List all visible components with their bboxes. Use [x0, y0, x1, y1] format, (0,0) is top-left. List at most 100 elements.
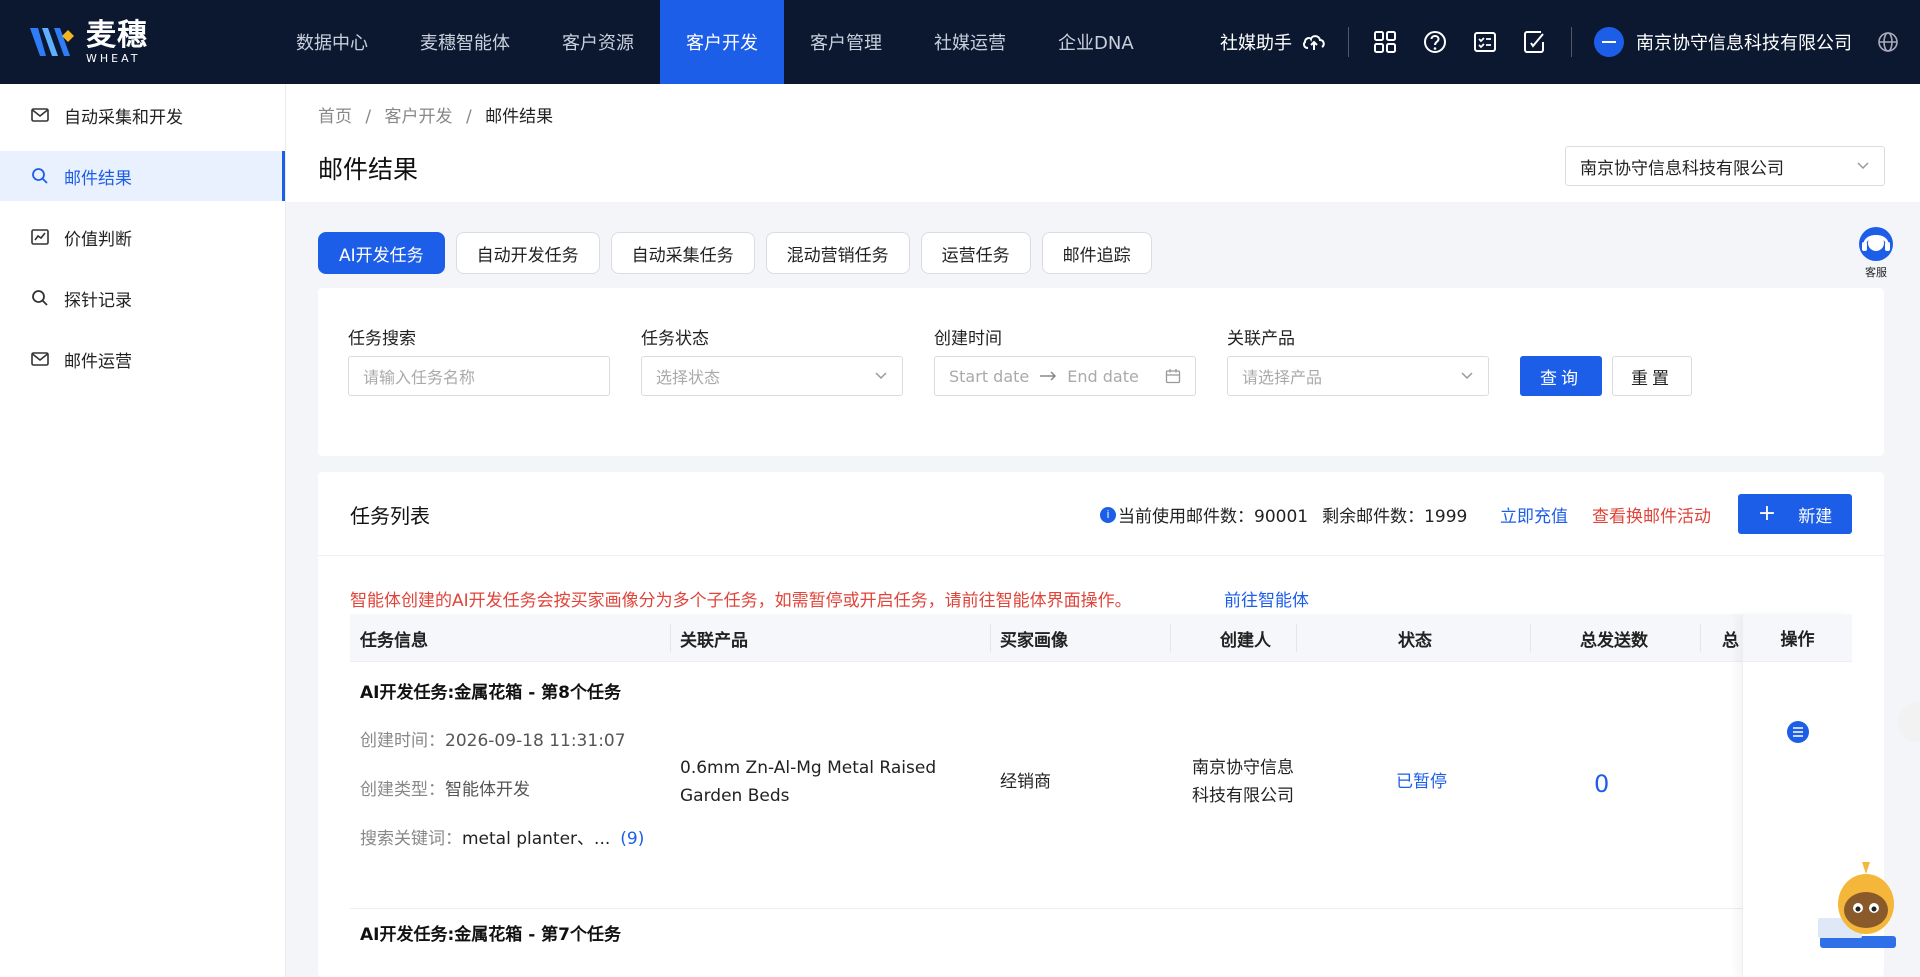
calendar-icon — [1165, 369, 1181, 384]
th-creator: 创建人 — [1220, 630, 1271, 651]
tab-1[interactable]: 自动开发任务 — [455, 232, 600, 274]
th-persona: 买家画像 — [1000, 630, 1068, 651]
company-name: 南京协守信息科技有限公司 — [1636, 33, 1852, 54]
th-total-sent: 总发送数 — [1580, 630, 1648, 651]
task-status-select[interactable]: 选择状态 — [641, 356, 903, 396]
sidebar: 自动采集和开发邮件结果价值判断探针记录邮件运营 — [0, 84, 286, 977]
nav-item-1[interactable]: 麦穗智能体 — [394, 0, 536, 84]
search-icon — [32, 168, 48, 184]
sidebar-item-4[interactable]: 邮件运营 — [0, 334, 285, 384]
task-keywords: 搜索关键词：metal planter、... (9) — [360, 829, 645, 849]
avatar — [1594, 27, 1624, 57]
th-info: 任务信息 — [360, 630, 428, 651]
brand-name-en: WHEAT — [86, 51, 141, 65]
goto-agent-link[interactable]: 前往智能体 — [1224, 586, 1309, 611]
sidebar-item-3[interactable]: 探针记录 — [0, 273, 285, 323]
brand-name: 麦穗 — [86, 17, 148, 53]
th-product: 关联产品 — [680, 630, 748, 651]
keyword-count-link[interactable]: (9) — [620, 829, 644, 849]
tab-0[interactable]: AI开发任务 — [318, 232, 445, 274]
search-icon — [32, 290, 48, 306]
row-divider — [350, 908, 1742, 909]
checklist-icon[interactable] — [1471, 28, 1499, 56]
task-created: 创建时间：2026-09-18 11:31:07 — [360, 731, 626, 751]
cloud-upload-icon — [1303, 35, 1325, 50]
chart-icon — [31, 229, 49, 245]
nav-item-6[interactable]: 企业DNA — [1032, 0, 1160, 84]
tab-4[interactable]: 运营任务 — [920, 232, 1031, 274]
company-select[interactable]: 南京协守信息科技有限公司 — [1565, 146, 1885, 186]
list-header: 任务列表 i 当前使用邮件数：90001 剩余邮件数：1999 立即充值 查看换… — [318, 472, 1884, 556]
company-account[interactable]: 南京协守信息科技有限公司 — [1594, 27, 1852, 57]
nav-item-3[interactable]: 客户开发 — [660, 0, 784, 84]
task-type: 创建类型：智能体开发 — [360, 780, 530, 800]
divider — [1571, 27, 1572, 57]
task-list-panel: 任务列表 i 当前使用邮件数：90001 剩余邮件数：1999 立即充值 查看换… — [318, 472, 1884, 977]
task-title[interactable]: AI开发任务:金属花箱 - 第7个任务 — [360, 920, 621, 945]
social-assistant-label: 社媒助手 — [1220, 33, 1292, 54]
quota-used: 当前使用邮件数：90001 — [1118, 507, 1309, 527]
notice-text: 智能体创建的AI开发任务会按买家画像分为多个子任务，如需暂停或开启任务，请前往智… — [350, 591, 1132, 611]
tab-3[interactable]: 混动营销任务 — [765, 232, 910, 274]
chevron-down-icon — [1857, 162, 1869, 170]
query-button[interactable]: 查询 — [1520, 356, 1602, 396]
task-title[interactable]: AI开发任务:金属花箱 - 第8个任务 — [360, 678, 621, 703]
th-ops: 操作 — [1743, 614, 1852, 662]
total-sent-count[interactable]: 0 — [1594, 770, 1609, 798]
help-icon[interactable] — [1421, 28, 1449, 56]
status-badge: 已暂停 — [1396, 772, 1447, 792]
task-search-input[interactable]: 请输入任务名称 — [348, 356, 610, 396]
info-icon: i — [1100, 506, 1116, 523]
recharge-link[interactable]: 立即充值 — [1500, 502, 1568, 527]
breadcrumb-parent[interactable]: 客户开发 — [385, 107, 453, 127]
sidebar-item-2[interactable]: 价值判断 — [0, 212, 285, 262]
service-label: 客服 — [1865, 266, 1887, 279]
nav-item-2[interactable]: 客户资源 — [536, 0, 660, 84]
nav-item-0[interactable]: 数据中心 — [270, 0, 394, 84]
arrow-right-icon — [1040, 371, 1057, 381]
brand-logo[interactable]: 麦穗 WHEAT — [0, 0, 270, 84]
view-activity-link[interactable]: 查看换邮件活动 — [1592, 502, 1711, 527]
mail-icon — [31, 108, 49, 122]
breadcrumb: 首页 / 客户开发 / 邮件结果 — [318, 107, 554, 127]
top-right-tools: 社媒助手 南京协守信息科技有限公司 — [1220, 0, 1920, 84]
buyer-persona: 经销商 — [1000, 772, 1051, 792]
wheat-logo-icon — [30, 28, 74, 56]
mail-icon — [31, 352, 49, 366]
sidebar-item-label: 价值判断 — [64, 229, 132, 250]
page-title: 邮件结果 — [318, 155, 419, 184]
start-date-placeholder: Start date — [949, 366, 1030, 386]
page-header: 首页 / 客户开发 / 邮件结果 邮件结果 南京协守信息科技有限公司 — [286, 84, 1920, 202]
tab-2[interactable]: 自动采集任务 — [610, 232, 755, 274]
related-product: 0.6mm Zn-Al-Mg Metal Raised Garden Beds — [680, 758, 937, 806]
list-detail-icon[interactable] — [1786, 720, 1810, 744]
apps-grid-icon[interactable] — [1371, 28, 1399, 56]
globe-icon[interactable] — [1874, 28, 1902, 56]
quota-left: 剩余邮件数：1999 — [1322, 507, 1468, 527]
mail-quota: i 当前使用邮件数：90001 剩余邮件数：1999 — [1100, 502, 1467, 527]
tab-5[interactable]: 邮件追踪 — [1041, 232, 1152, 274]
product-select[interactable]: 请选择产品 — [1227, 356, 1489, 396]
new-task-button[interactable]: + 新建 — [1738, 494, 1852, 534]
task-status-label: 任务状态 — [641, 329, 709, 349]
breadcrumb-home[interactable]: 首页 — [318, 107, 352, 127]
nav-item-5[interactable]: 社媒运营 — [908, 0, 1032, 84]
customer-service-button[interactable]: 客服 — [1854, 224, 1898, 280]
sidebar-item-label: 邮件结果 — [64, 168, 132, 189]
task-tabs: AI开发任务 自动开发任务 自动采集任务 混动营销任务 运营任务 邮件追踪 — [318, 232, 1163, 274]
social-assistant-button[interactable]: 社媒助手 — [1220, 29, 1326, 55]
end-date-placeholder: End date — [1067, 366, 1139, 386]
th-status: 状态 — [1398, 630, 1432, 651]
date-range-picker[interactable]: Start date End date — [934, 356, 1196, 396]
nav-item-4[interactable]: 客户管理 — [784, 0, 908, 84]
reset-button[interactable]: 重置 — [1612, 356, 1692, 396]
edit-note-icon[interactable] — [1521, 28, 1549, 56]
sidebar-item-1[interactable]: 邮件结果 — [0, 151, 285, 201]
th-more: 总 — [1722, 630, 1739, 651]
sidebar-item-0[interactable]: 自动采集和开发 — [0, 90, 285, 140]
chevron-down-icon — [875, 372, 887, 380]
table-header: 任务信息 关联产品 买家画像 创建人 状态 总发送数 总 — [350, 614, 1852, 662]
created-time-label: 创建时间 — [934, 329, 1002, 349]
mascot-assistant-icon[interactable] — [1814, 856, 1902, 952]
top-navbar: 麦穗 WHEAT 数据中心 麦穗智能体 客户资源 客户开发 客户管理 社媒运营 企业DNA … — [0, 0, 1920, 84]
